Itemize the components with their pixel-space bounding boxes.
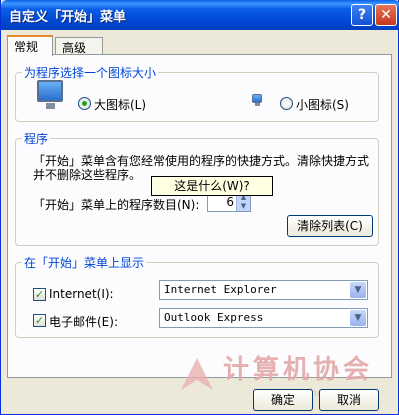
internet-checkbox[interactable]: ✓ — [33, 288, 46, 301]
ok-button[interactable]: 确定 — [253, 389, 313, 411]
internet-browser-value: Internet Explorer — [164, 283, 277, 296]
small-icon-monitor — [252, 94, 262, 106]
help-icon: ? — [357, 7, 367, 23]
email-client-value: Outlook Express — [164, 311, 264, 324]
programs-legend: 程序 — [22, 130, 51, 147]
internet-label: Internet(I): — [49, 287, 114, 301]
email-checkbox[interactable]: ✓ — [33, 314, 46, 327]
whats-this-tooltip[interactable]: 这是什么(W)? — [151, 176, 273, 196]
email-label: 电子邮件(E): — [49, 315, 118, 329]
internet-browser-select[interactable]: Internet Explorer ▼ — [159, 280, 368, 300]
clear-list-button[interactable]: 清除列表(C) — [287, 215, 373, 237]
title-bar: 自定义「开始」菜单 ? ✕ — [1, 0, 399, 30]
dropdown-arrow-icon[interactable]: ▼ — [350, 310, 366, 326]
icon-size-legend: 为程序选择一个图标大小 — [22, 64, 159, 81]
close-button[interactable]: ✕ — [375, 4, 397, 26]
small-icon-radio[interactable] — [280, 97, 293, 110]
large-icon-monitor — [37, 80, 63, 109]
close-icon: ✕ — [380, 7, 392, 23]
program-count-label: 「开始」菜单上的程序数目(N): — [33, 198, 200, 212]
tab-advanced[interactable]: 高级 — [55, 37, 103, 55]
email-client-select[interactable]: Outlook Express ▼ — [159, 308, 368, 328]
program-count-value[interactable]: 6 — [226, 195, 234, 209]
small-icon-label[interactable]: 小图标(S) — [296, 96, 349, 113]
tab-general[interactable]: 常规 — [7, 35, 53, 56]
spinner-down-arrow-icon[interactable]: ▼ — [236, 202, 250, 211]
customize-start-menu-dialog: 自定义「开始」菜单 ? ✕ 常规 高级 为程序选择一个图标大小 大图标(L) 小… — [0, 0, 399, 415]
watermark-logo-icon — [181, 358, 213, 390]
dropdown-arrow-icon[interactable]: ▼ — [350, 282, 366, 298]
cancel-button[interactable]: 取消 — [319, 389, 379, 411]
watermark-text: 计算机协会 — [223, 355, 374, 385]
large-icon-radio[interactable] — [78, 97, 91, 110]
large-icon-label[interactable]: 大图标(L) — [94, 96, 146, 113]
help-button[interactable]: ? — [351, 4, 373, 26]
window-title: 自定义「开始」菜单 — [9, 10, 127, 25]
show-on-start-legend: 在「开始」菜单上显示 — [22, 254, 147, 271]
